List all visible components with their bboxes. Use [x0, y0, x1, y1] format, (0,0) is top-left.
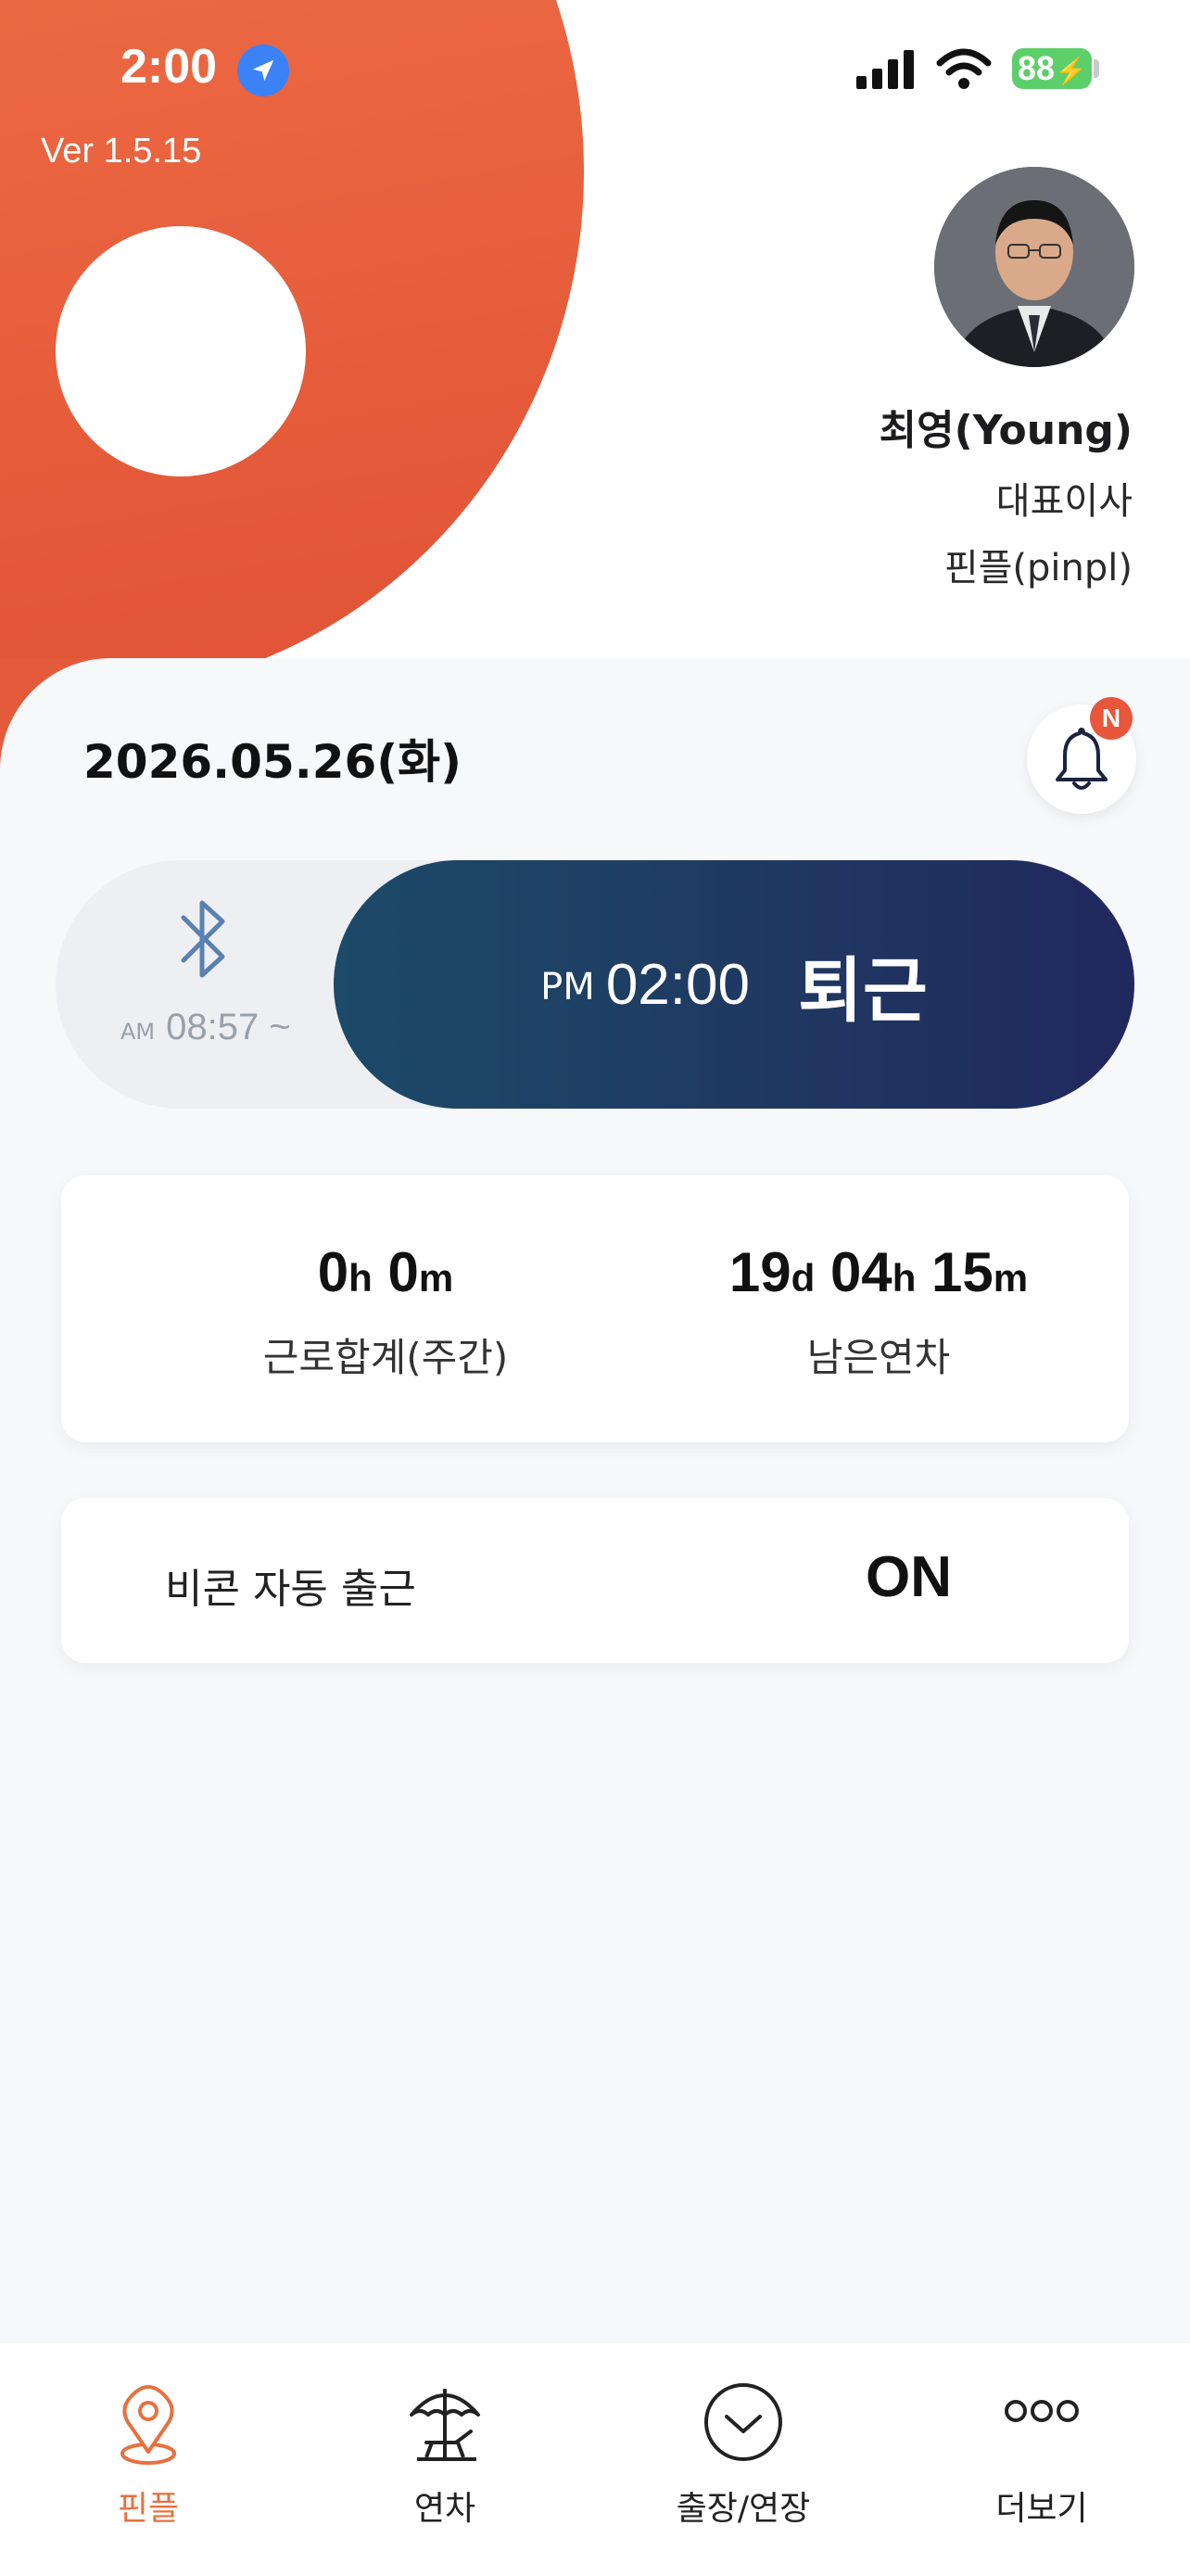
battery-icon: 88⚡	[1012, 48, 1092, 89]
weekly-work-label: 근로합계(주간)	[262, 1335, 509, 1380]
leave-minutes-unit: m	[993, 1256, 1029, 1300]
map-pin-icon	[120, 2385, 176, 2465]
checkout-button[interactable]: PM 02:00 퇴근	[334, 860, 1134, 1109]
notification-badge: N	[1090, 697, 1133, 740]
battery-cap	[1094, 59, 1099, 78]
work-hours-unit: h	[348, 1256, 373, 1300]
beacon-auto-checkin-card[interactable]: 비콘 자동 출근 ON	[61, 1498, 1129, 1663]
tab-business-trip[interactable]: 출장/연장	[641, 2376, 845, 2530]
user-company: 핀플(pinpl)	[943, 547, 1133, 590]
checkout-time: 02:00	[605, 952, 750, 1017]
bluetooth-icon	[181, 900, 225, 978]
status-time: 2:00	[120, 40, 218, 94]
check-circle-icon	[704, 2383, 782, 2461]
work-stats-card: 0h 0m 근로합계(주간) 19d 04h 15m 남은연차	[61, 1175, 1129, 1442]
remaining-leave-value: 19d 04h 15m	[647, 1240, 1110, 1304]
checkin-clock: 08:57 ~	[166, 1007, 291, 1047]
beach-umbrella-icon	[410, 2389, 480, 2461]
leave-hours: 04	[829, 1241, 892, 1303]
avatar[interactable]	[934, 167, 1134, 367]
app-version: Ver 1.5.15	[41, 132, 202, 171]
user-title: 대표이사	[995, 480, 1133, 523]
checkout-label: 퇴근	[797, 949, 928, 1032]
work-minutes-unit: m	[418, 1256, 454, 1300]
work-hours: 0	[317, 1241, 349, 1303]
more-dots-icon	[1005, 2400, 1079, 2422]
tab-label: 핀플	[117, 2490, 180, 2528]
tab-more[interactable]: 더보기	[940, 2376, 1144, 2530]
work-minutes: 0	[387, 1241, 419, 1303]
tab-label: 연차	[413, 2490, 476, 2528]
wifi-icon	[936, 48, 992, 89]
remaining-leave-label: 남은연차	[806, 1335, 951, 1380]
weekly-work-value: 0h 0m	[154, 1240, 617, 1304]
tab-label: 더보기	[995, 2490, 1088, 2528]
leave-days-unit: d	[791, 1256, 816, 1300]
weekly-work-total[interactable]: 0h 0m 근로합계(주간)	[154, 1240, 617, 1383]
bottom-tab-bar: 핀플 연차 출장/연장 더보기	[0, 2341, 1190, 2576]
cellular-signal-icon	[856, 50, 914, 89]
battery-level: 88	[1018, 49, 1056, 87]
beacon-toggle[interactable]: ON	[866, 1544, 952, 1610]
tab-label: 출장/연장	[676, 2490, 811, 2528]
leave-hours-unit: h	[892, 1256, 917, 1300]
remaining-leave[interactable]: 19d 04h 15m 남은연차	[647, 1240, 1110, 1383]
brand-circle	[56, 226, 306, 476]
leave-minutes: 15	[931, 1241, 994, 1303]
tab-annual-leave[interactable]: 연차	[343, 2376, 547, 2530]
leave-days: 19	[728, 1241, 791, 1303]
checkout-ampm: PM	[540, 966, 595, 1009]
user-name: 최영(Young)	[879, 407, 1133, 454]
beacon-label: 비콘 자동 출근	[165, 1566, 416, 1613]
current-date: 2026.05.26(화)	[83, 735, 462, 789]
checkin-ampm: AM	[120, 1019, 156, 1045]
tab-pinpl[interactable]: 핀플	[46, 2376, 250, 2530]
location-arrow-icon	[237, 44, 289, 96]
checkin-time: AM 08:57 ~	[120, 1007, 291, 1048]
